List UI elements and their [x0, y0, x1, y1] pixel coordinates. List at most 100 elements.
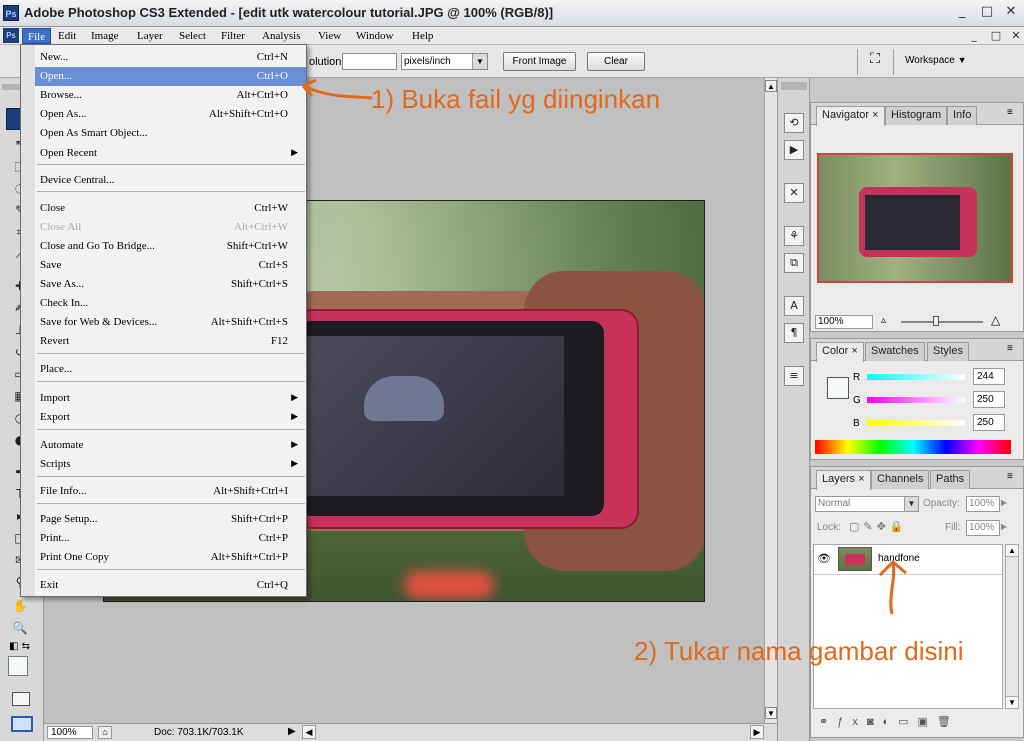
menu-file[interactable]: File — [22, 28, 52, 44]
b-value[interactable]: 250 — [973, 414, 1005, 431]
r-value[interactable]: 244 — [973, 368, 1005, 385]
eye-icon[interactable]: 👁 — [817, 552, 831, 565]
tab-swatches[interactable]: Swatches — [865, 342, 925, 361]
character-panel-icon[interactable]: A — [784, 296, 804, 316]
close-button[interactable]: ✕ — [1002, 5, 1020, 21]
tab-channels[interactable]: Channels — [871, 470, 930, 489]
close-icon[interactable]: × — [851, 345, 857, 357]
menu-window[interactable]: Window — [351, 28, 398, 44]
r-slider[interactable] — [867, 374, 965, 380]
tab-color[interactable]: Color × — [816, 342, 864, 362]
units-select[interactable]: pixels/inch ▼ — [401, 53, 488, 70]
navigator-thumbnail[interactable] — [817, 153, 1013, 283]
panel-menu-icon[interactable]: ≡ — [1007, 471, 1013, 482]
tab-paths[interactable]: Paths — [930, 470, 971, 489]
menu-item-browse[interactable]: Browse... Alt+Ctrl+O — [35, 86, 306, 105]
doc-restore-button[interactable]: □ — [990, 29, 1002, 42]
status-menu-arrow-icon[interactable]: ▶ — [288, 726, 296, 737]
menu-view[interactable]: View — [313, 28, 346, 44]
panel-menu-icon[interactable]: ≡ — [1007, 343, 1013, 354]
panel-menu-icon[interactable]: ≡ — [1007, 107, 1013, 118]
scroll-up-icon[interactable]: ▲ — [1006, 545, 1018, 557]
workspace-button[interactable]: Workspace ▼ — [905, 55, 967, 66]
menu-item-save-for-web[interactable]: Save for Web & Devices... Alt+Shift+Ctrl+… — [35, 313, 306, 332]
history-panel-icon[interactable]: ⟲ — [784, 113, 804, 133]
menu-item-close-go-to-bridge[interactable]: Close and Go To Bridge... Shift+Ctrl+W — [35, 237, 306, 256]
brushes-panel-icon[interactable]: ⚘ — [784, 226, 804, 246]
paragraph-panel-icon[interactable]: ¶ — [784, 323, 804, 343]
doc-close-button[interactable]: ✕ — [1010, 29, 1022, 42]
menu-item-place[interactable]: Place... — [35, 360, 306, 379]
status-trash-icon[interactable]: ⌂ — [98, 726, 112, 739]
layer-comps-icon[interactable]: ≡ — [784, 366, 804, 386]
vertical-scrollbar[interactable]: ▲ ▼ — [764, 78, 777, 723]
tab-layers[interactable]: Layers × — [816, 470, 871, 490]
resolution-input[interactable] — [342, 53, 397, 70]
menu-item-new[interactable]: New... Ctrl+N — [35, 48, 306, 67]
menu-item-revert[interactable]: Revert F12 — [35, 332, 306, 351]
fill-arrow-icon[interactable]: ▶ — [1001, 522, 1007, 531]
menu-item-open-as[interactable]: Open As... Alt+Shift+Ctrl+O — [35, 105, 306, 124]
opacity-field[interactable]: 100% — [966, 496, 1000, 512]
menu-item-file-info[interactable]: File Info... Alt+Shift+Ctrl+I — [35, 482, 306, 501]
menu-item-print[interactable]: Print... Ctrl+P — [35, 529, 306, 548]
menu-item-open-recent[interactable]: Open Recent ▶ — [35, 144, 306, 163]
hand-tool-icon[interactable]: ✋ — [12, 598, 28, 614]
menu-item-save-as[interactable]: Save As... Shift+Ctrl+S — [35, 275, 306, 294]
layers-bottom-buttons[interactable]: ⚭ƒx◙◐▭▣🗑 — [819, 715, 960, 728]
front-image-button[interactable]: Front Image — [503, 52, 576, 71]
menu-item-export[interactable]: Export ▶ — [35, 408, 306, 427]
zoom-out-icon[interactable]: ▵ — [881, 315, 886, 326]
menu-filter[interactable]: Filter — [216, 28, 250, 44]
scroll-right-icon[interactable]: ▶ — [750, 725, 764, 739]
default-colors-icon[interactable]: ◧ ⇆ — [9, 641, 30, 652]
menu-item-exit[interactable]: Exit Ctrl+Q — [35, 576, 306, 595]
fill-field[interactable]: 100% — [966, 520, 1000, 536]
menu-item-close[interactable]: Close Ctrl+W — [35, 199, 306, 218]
zoom-tool-icon[interactable]: 🔍 — [12, 620, 28, 636]
menu-item-save[interactable]: Save Ctrl+S — [35, 256, 306, 275]
scroll-left-icon[interactable]: ◀ — [302, 725, 316, 739]
tab-histogram[interactable]: Histogram — [885, 106, 948, 125]
menu-item-scripts[interactable]: Scripts ▶ — [35, 455, 306, 474]
actions-panel-icon[interactable]: ▶ — [784, 140, 804, 160]
g-slider[interactable] — [867, 397, 965, 403]
menu-item-print-one-copy[interactable]: Print One Copy Alt+Shift+Ctrl+P — [35, 548, 306, 567]
scroll-down-icon[interactable]: ▼ — [765, 707, 777, 719]
menu-help[interactable]: Help — [407, 28, 438, 44]
close-icon[interactable]: × — [858, 473, 864, 485]
foreground-color-swatch[interactable] — [8, 656, 28, 676]
screen-mode-icon[interactable] — [11, 716, 33, 732]
minimize-button[interactable]: _ — [953, 5, 971, 21]
menu-analysis[interactable]: Analysis — [257, 28, 306, 44]
opacity-arrow-icon[interactable]: ▶ — [1001, 498, 1007, 507]
g-value[interactable]: 250 — [973, 391, 1005, 408]
layer-name[interactable]: handfone — [878, 553, 920, 564]
menu-item-open[interactable]: Open... Ctrl+O — [35, 67, 306, 86]
zoom-slider-thumb[interactable] — [933, 316, 939, 326]
layer-row[interactable]: 👁 handfone — [814, 545, 1002, 575]
tab-info[interactable]: Info — [947, 106, 978, 125]
menu-item-device-central[interactable]: Device Central... — [35, 171, 306, 190]
menu-image[interactable]: Image — [86, 28, 123, 44]
scroll-up-icon[interactable]: ▲ — [765, 80, 777, 92]
layers-scrollbar[interactable]: ▲ ▼ — [1005, 544, 1019, 709]
menu-select[interactable]: Select — [174, 28, 211, 44]
zoom-field[interactable]: 100% — [47, 726, 93, 739]
tool-presets-icon[interactable]: ✕ — [784, 183, 804, 203]
scroll-down-icon[interactable]: ▼ — [1006, 696, 1018, 708]
zoom-slider-track[interactable] — [901, 321, 983, 323]
clear-button[interactable]: Clear — [587, 52, 645, 71]
zoom-in-icon[interactable]: △ — [991, 313, 1000, 327]
maximize-button[interactable]: □ — [978, 5, 996, 21]
tab-navigator[interactable]: Navigator × — [816, 106, 885, 126]
menu-item-import[interactable]: Import ▶ — [35, 389, 306, 408]
menu-item-check-in[interactable]: Check In... — [35, 294, 306, 313]
tab-styles[interactable]: Styles — [927, 342, 969, 361]
quick-mask-icon[interactable] — [12, 692, 30, 706]
menu-item-automate[interactable]: Automate ▶ — [35, 436, 306, 455]
menu-layer[interactable]: Layer — [132, 28, 168, 44]
fg-color-swatch[interactable] — [827, 377, 849, 399]
lock-icons[interactable]: ▢✎✥🔒 — [849, 520, 908, 533]
blend-mode-select[interactable]: Normal ▼ — [815, 496, 919, 512]
